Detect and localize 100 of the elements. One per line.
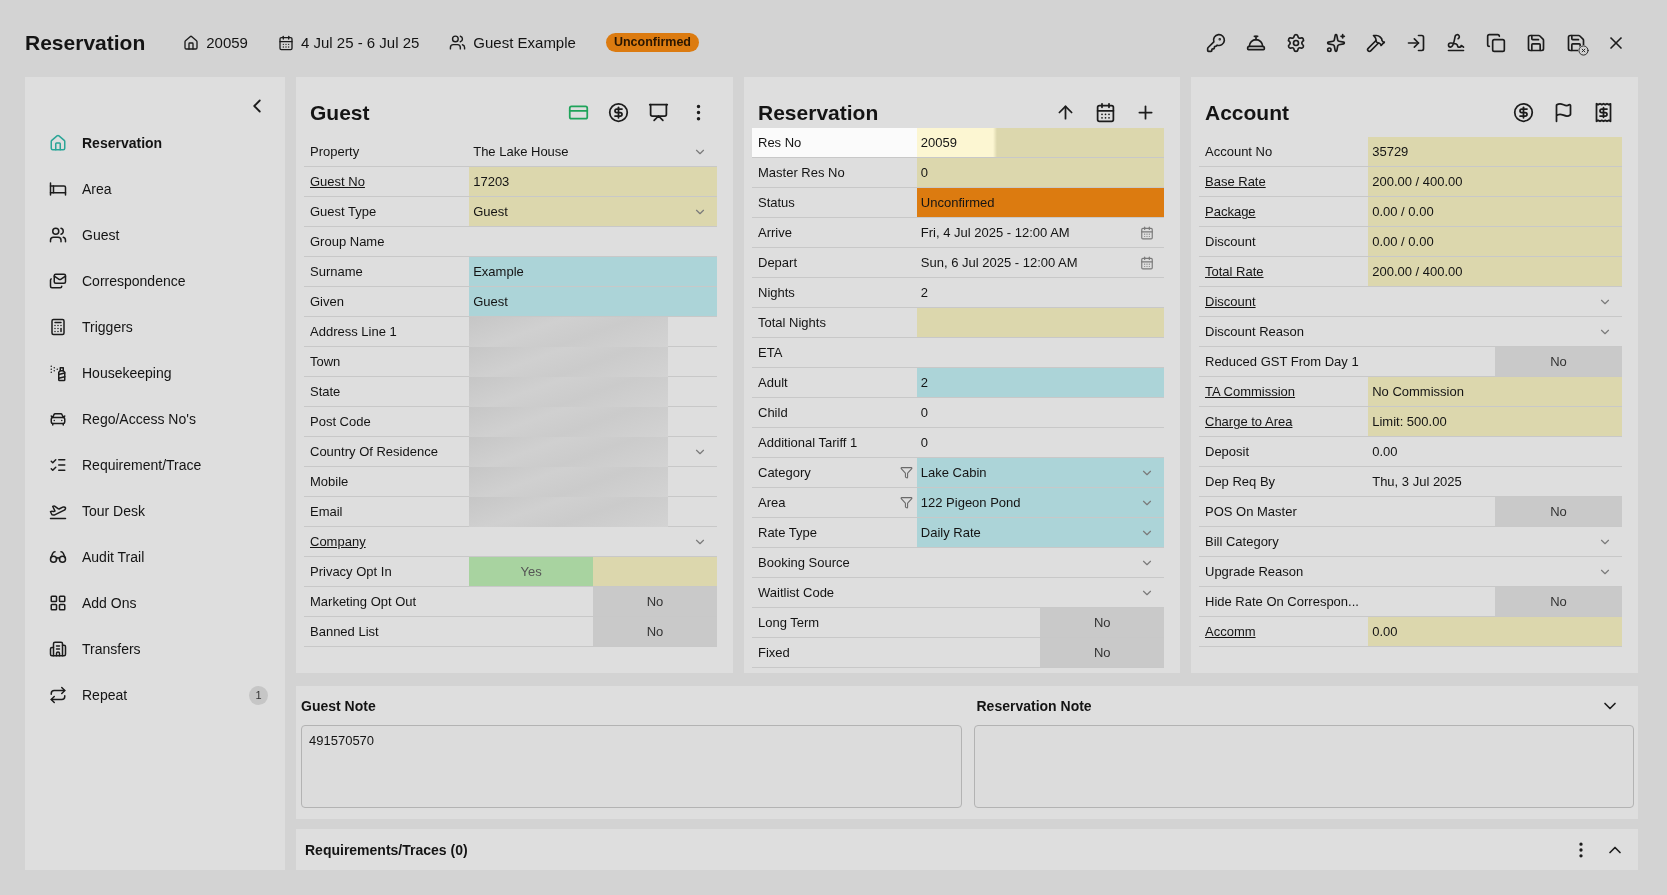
input-field[interactable]: 20059 (916, 128, 1164, 157)
field-label: Discount Reason (1205, 324, 1304, 339)
input-field[interactable]: 0.00 / 0.00 (1368, 197, 1622, 226)
users-icon (449, 34, 467, 51)
select-field[interactable]: Daily Rate (916, 518, 1164, 547)
field-link[interactable]: Charge to Area (1205, 414, 1293, 429)
input-field[interactable]: 200.00 / 400.00 (1368, 257, 1622, 286)
presentation-icon[interactable] (648, 101, 669, 123)
sidebar-item[interactable]: Tour Desk (25, 488, 285, 534)
field-label: Guest Type (310, 204, 377, 219)
sidebar-item[interactable]: Correspondence (25, 258, 285, 304)
field-label: Waitlist Code (758, 585, 835, 600)
calendar-icon[interactable] (1095, 101, 1116, 123)
field-link[interactable]: TA Commission (1205, 384, 1296, 399)
field-label: Rate Type (758, 525, 818, 540)
sidebar-item[interactable]: Rego/Access No's (25, 396, 285, 442)
select-field[interactable]: Lake Cabin (916, 458, 1164, 487)
input-field[interactable]: Unconfirmed (916, 188, 1164, 217)
field-label: Booking Source (758, 555, 850, 570)
input-field[interactable]: 0 (916, 428, 1164, 457)
field-label: Nights (758, 285, 795, 300)
flag-icon[interactable] (1553, 101, 1574, 123)
page-title: Reservation (25, 29, 146, 56)
count-badge: 1 (249, 685, 268, 705)
input-field[interactable]: 35729 (1368, 137, 1622, 166)
input-field[interactable]: 2 (916, 278, 1164, 307)
input-field[interactable]: 0.00 (1368, 437, 1622, 466)
sparkles-icon[interactable] (1326, 32, 1346, 53)
input-field[interactable]: Guest (469, 287, 717, 316)
field-link[interactable]: Base Rate (1205, 174, 1266, 189)
field-label: Master Res No (758, 165, 845, 180)
field-link[interactable]: Company (310, 534, 366, 549)
dollar-icon[interactable] (608, 101, 629, 123)
section-title: Requirements/Traces (0) (305, 841, 468, 858)
field-label: Mobile (310, 474, 349, 489)
sidebar-item[interactable]: Triggers (25, 304, 285, 350)
sidebar-item[interactable]: Requirement/Trace (25, 442, 285, 488)
key-icon[interactable] (1206, 32, 1226, 53)
reservation-number: 20059 (206, 34, 248, 51)
signature-icon[interactable] (1446, 32, 1466, 53)
input-field[interactable]: 2 (916, 368, 1164, 397)
sidebar-item[interactable]: Add Ons (25, 580, 285, 626)
input-field[interactable]: 0.00 (1368, 617, 1622, 646)
sidebar-item[interactable]: Reservation (25, 120, 285, 166)
save-icon[interactable] (1526, 32, 1546, 53)
input-field[interactable]: 0 (916, 398, 1164, 427)
hammer-icon[interactable] (1366, 32, 1386, 53)
input-field[interactable]: Thu, 3 Jul 2025 (1368, 467, 1622, 496)
dollar-icon[interactable] (1513, 101, 1534, 123)
select-field[interactable]: 122 Pigeon Pond (916, 488, 1164, 517)
field-link[interactable]: Discount (1205, 294, 1256, 309)
filter-icon[interactable] (899, 496, 913, 509)
panel-title: Reservation (758, 100, 879, 126)
note-field[interactable]: 491570570 (301, 725, 962, 808)
input-field[interactable]: 17203 (469, 167, 717, 196)
input-field[interactable]: Limit: 500.00 (1368, 407, 1622, 436)
input-field[interactable]: 0.00 / 0.00 (1368, 227, 1622, 256)
users-icon (49, 226, 67, 244)
input-field[interactable] (916, 308, 1164, 337)
note-field[interactable] (973, 725, 1634, 808)
field-label: State (310, 384, 341, 399)
field-label: Category (758, 465, 811, 480)
field-label: Deposit (1205, 444, 1250, 459)
copy-icon[interactable] (1486, 32, 1506, 53)
sidebar-item[interactable]: Guest (25, 212, 285, 258)
select-field[interactable]: The Lake House (469, 137, 717, 166)
filter-icon[interactable] (899, 466, 913, 479)
receipt-icon[interactable] (1593, 101, 1614, 123)
field-label: Area (758, 495, 786, 510)
input-field[interactable]: Example (469, 257, 717, 286)
date-field[interactable]: Sun, 6 Jul 2025 - 12:00 AM (916, 248, 1164, 277)
field-label: Email (310, 504, 343, 519)
field-label: Group Name (310, 234, 385, 249)
sidebar-item[interactable]: Transfers (25, 626, 285, 672)
input-field[interactable]: No Commission (1368, 377, 1622, 406)
car-icon (49, 410, 67, 428)
save-x-icon[interactable] (1566, 32, 1586, 53)
input-field[interactable]: 0 (916, 158, 1164, 187)
sidebar-item[interactable]: Audit Trail (25, 534, 285, 580)
field-label: Account No (1205, 144, 1273, 159)
select-field[interactable]: Guest (469, 197, 717, 226)
calculator-icon (49, 318, 67, 336)
input-field[interactable]: 200.00 / 400.00 (1368, 167, 1622, 196)
log-in-icon[interactable] (1406, 32, 1426, 53)
panel-title: Account (1205, 100, 1289, 126)
calendar-icon (277, 34, 294, 51)
field-label: POS On Master (1205, 504, 1297, 519)
date-range: 4 Jul 25 - 6 Jul 25 (300, 34, 420, 51)
sidebar-item[interactable]: Housekeeping (25, 350, 285, 396)
settings-icon[interactable] (1286, 32, 1306, 53)
grid-icon (49, 594, 67, 612)
field-link[interactable]: Accomm (1205, 624, 1256, 639)
date-field[interactable]: Fri, 4 Jul 2025 - 12:00 AM (916, 218, 1164, 247)
field-link[interactable]: Package (1205, 204, 1256, 219)
sidebar-item[interactable]: Area (25, 166, 285, 212)
sidebar-item[interactable]: Repeat 1 (25, 672, 285, 718)
field-link[interactable]: Total Rate (1205, 264, 1264, 279)
field-label: Address Line 1 (310, 324, 397, 339)
field-link[interactable]: Guest No (310, 174, 365, 189)
plane-icon (49, 502, 67, 520)
